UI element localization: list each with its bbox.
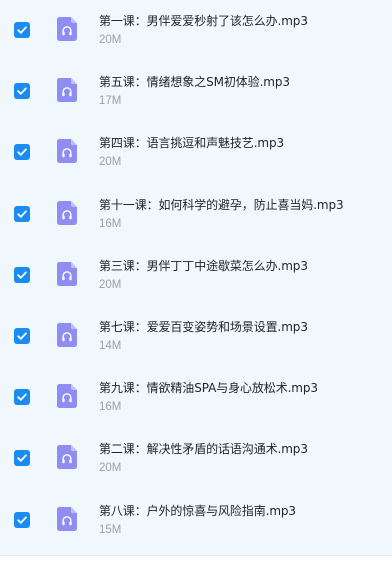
file-row[interactable]: 第一课：男伴爱爱秒射了该怎么办.mp3 20M bbox=[0, 0, 392, 61]
checkmark-icon bbox=[17, 454, 27, 463]
audio-file-icon bbox=[57, 506, 77, 531]
file-row[interactable]: 第四课：语言挑逗和声魅技艺.mp3 20M bbox=[0, 122, 392, 183]
file-name: 第二课：解决性矛盾的话语沟通术.mp3 bbox=[99, 442, 308, 457]
checkmark-icon bbox=[17, 148, 27, 157]
file-size: 17M bbox=[99, 95, 122, 108]
file-size: 20M bbox=[99, 462, 122, 475]
file-checkbox[interactable] bbox=[14, 266, 30, 283]
file-row[interactable]: 第五课：情绪想象之SM初体验.mp3 17M bbox=[0, 61, 392, 122]
file-row[interactable]: 第八课：户外的惊喜与风险指南.mp3 15M bbox=[0, 490, 392, 551]
audio-file-icon bbox=[57, 445, 77, 470]
file-list: 第一课：男伴爱爱秒射了该怎么办.mp3 20M 第五课：情绪想象之SM初体验.mp3… bbox=[0, 0, 392, 555]
checkmark-icon bbox=[17, 87, 27, 95]
file-size: 15M bbox=[99, 523, 122, 536]
file-row[interactable]: 第二课：解决性矛盾的话语沟通术.mp3 20M bbox=[0, 428, 392, 489]
file-name: 第一课：男伴爱爱秒射了该怎么办.mp3 bbox=[99, 14, 308, 28]
audio-file-icon bbox=[57, 323, 77, 347]
file-name: 第七课：爱爱百变姿势和场景设置.mp3 bbox=[99, 320, 308, 334]
audio-file-icon bbox=[57, 384, 77, 409]
audio-file-icon bbox=[57, 139, 77, 164]
divider bbox=[0, 555, 392, 556]
checkmark-icon bbox=[17, 515, 27, 524]
checkmark-icon bbox=[17, 332, 27, 340]
file-name: 第三课：男伴丁丁中途歇菜怎么办.mp3 bbox=[99, 258, 308, 273]
file-checkbox[interactable] bbox=[14, 450, 30, 467]
file-checkbox[interactable] bbox=[14, 389, 30, 406]
audio-file-icon bbox=[57, 78, 77, 103]
file-checkbox[interactable] bbox=[14, 83, 30, 100]
file-size: 16M bbox=[99, 217, 122, 230]
file-name: 第八课：户外的惊喜与风险指南.mp3 bbox=[99, 503, 296, 518]
checkmark-icon bbox=[17, 209, 27, 218]
audio-file-icon bbox=[57, 200, 77, 225]
audio-file-icon bbox=[57, 261, 77, 286]
file-checkbox[interactable] bbox=[14, 328, 30, 344]
file-row[interactable]: 第九课：情欲精油SPA与身心放松术.mp3 16M bbox=[0, 367, 392, 428]
file-name: 第十一课：如何科学的避孕，防止喜当妈.mp3 bbox=[99, 197, 344, 212]
checkmark-icon bbox=[17, 26, 27, 34]
file-size: 20M bbox=[99, 156, 122, 169]
file-size: 20M bbox=[99, 34, 122, 46]
file-name: 第四课：语言挑逗和声魅技艺.mp3 bbox=[99, 136, 285, 151]
file-size: 20M bbox=[99, 278, 122, 291]
checkmark-icon bbox=[17, 271, 27, 279]
file-row[interactable]: 第七课：爱爱百变姿势和场景设置.mp3 14M bbox=[0, 306, 392, 367]
audio-file-icon bbox=[57, 17, 77, 41]
file-row[interactable]: 第三课：男伴丁丁中途歇菜怎么办.mp3 20M bbox=[0, 245, 392, 306]
file-checkbox[interactable] bbox=[14, 205, 30, 222]
file-row[interactable]: 第十一课：如何科学的避孕，防止喜当妈.mp3 16M bbox=[0, 184, 392, 245]
checkmark-icon bbox=[17, 393, 27, 401]
file-checkbox[interactable] bbox=[14, 511, 30, 528]
file-size: 16M bbox=[99, 401, 122, 414]
file-name: 第五课：情绪想象之SM初体验.mp3 bbox=[99, 75, 290, 90]
file-size: 14M bbox=[99, 340, 122, 352]
file-checkbox[interactable] bbox=[14, 22, 30, 38]
file-checkbox[interactable] bbox=[14, 144, 30, 161]
file-name: 第九课：情欲精油SPA与身心放松术.mp3 bbox=[99, 381, 318, 396]
